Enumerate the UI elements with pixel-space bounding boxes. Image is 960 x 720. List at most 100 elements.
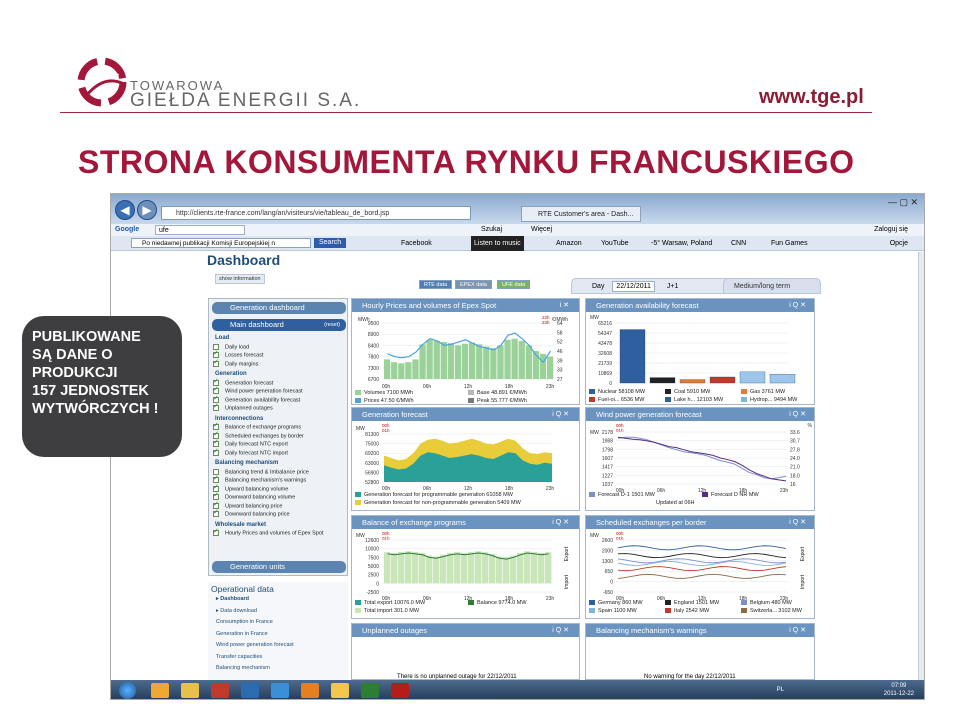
sidebar-checkbox-item[interactable]: Balance of exchange programs — [213, 421, 301, 430]
y-tick-label: 1607 — [602, 456, 613, 462]
panel-wind-controls-icon[interactable]: i Q ✕ — [789, 408, 806, 421]
operational-link[interactable]: Balancing mechanism — [216, 665, 270, 671]
export-bar — [405, 551, 412, 584]
checkbox-label: Downward balancing price — [225, 511, 290, 518]
google-search-input[interactable]: ufe — [155, 225, 245, 235]
sidebar-checkbox-item[interactable]: Generation availability forecast — [213, 394, 300, 403]
back-icon[interactable]: ◀ — [115, 200, 135, 220]
taskbar-word-icon[interactable] — [241, 683, 259, 698]
sidebar-checkbox-item[interactable]: Daily forecast NTC import — [213, 447, 288, 456]
toolbar-search-input[interactable]: Po niedawnej publikacji Komisji Europejs… — [131, 238, 311, 248]
y-tick-label: 650 — [605, 569, 614, 575]
tab-medium-term[interactable]: Medium/long term — [723, 278, 821, 294]
taskbar-folder-icon[interactable] — [181, 683, 199, 698]
checkbox-icon[interactable] — [213, 358, 219, 367]
panel-scheduled-controls-icon[interactable]: i Q ✕ — [789, 516, 806, 529]
start-button-icon[interactable] — [119, 682, 136, 699]
taskbar-ppt-icon[interactable] — [301, 683, 319, 698]
sidebar-checkbox-item[interactable]: Upward balancing price — [213, 500, 282, 509]
operational-link[interactable]: Consumption in France — [216, 619, 273, 625]
language-indicator[interactable]: PL — [777, 687, 784, 693]
sidebar-checkbox-item[interactable]: Generation forecast — [213, 377, 273, 386]
sidebar-checkbox-item[interactable]: Daily margins — [213, 358, 258, 367]
cnn-link[interactable]: CNN — [731, 236, 746, 251]
taskbar-ie-icon[interactable] — [271, 683, 289, 698]
sidebar-checkbox-item[interactable]: Downward balancing volume — [213, 491, 296, 501]
search-menu[interactable]: Szukaj — [481, 224, 502, 236]
address-bar[interactable]: http://clients.rte-france.com/lang/an/vi… — [161, 206, 471, 220]
rte-data-button[interactable]: RTE data — [419, 280, 453, 289]
generation-units-header[interactable]: Generation units — [212, 561, 346, 573]
legend-text: Fuel-oi... 6536 MW — [598, 397, 645, 403]
export-bar — [531, 552, 538, 584]
taskbar-media-icon[interactable] — [211, 683, 229, 698]
taskbar-explorer-icon[interactable] — [331, 683, 349, 698]
command-bar: Google ufe Szukaj Więcej Zaloguj się — [111, 224, 924, 236]
day-label[interactable]: Day — [592, 283, 604, 290]
legend-swatch — [741, 397, 747, 403]
fun-games-link[interactable]: Fun Games — [771, 236, 808, 251]
weather-widget[interactable]: -5° Warsaw, Poland — [651, 236, 712, 251]
google-label: Google — [115, 226, 140, 233]
show-information-button[interactable]: show information — [215, 274, 265, 284]
checkbox-icon[interactable] — [213, 447, 219, 456]
sidebar-checkbox-item[interactable]: Downward balancing price — [213, 508, 290, 518]
reset-link[interactable]: (reset) — [324, 319, 340, 331]
checkbox-icon[interactable] — [213, 527, 219, 536]
main-dashboard-header[interactable]: Main dashboard (reset) — [212, 319, 346, 331]
legend-swatch — [468, 600, 474, 606]
panel-epex-controls-icon[interactable]: i ✕ — [560, 299, 569, 312]
taskbar-pdf-icon[interactable] — [391, 683, 409, 698]
options-menu[interactable]: Opcje — [890, 236, 908, 251]
panel-balance-controls-icon[interactable]: i Q ✕ — [552, 516, 569, 529]
panel-genforecast-controls-icon[interactable]: i Q ✕ — [552, 408, 569, 421]
sidebar-checkbox-item[interactable]: Wind power generation forecast — [213, 385, 303, 394]
y-tick-label: 0 — [376, 581, 379, 587]
checkbox-label: Downward balancing volume — [225, 494, 296, 501]
operational-link[interactable]: Generation in France — [216, 631, 268, 637]
taskbar-excel-icon[interactable] — [361, 683, 379, 698]
panel-outages-controls-icon[interactable]: i Q ✕ — [552, 624, 569, 637]
website-link[interactable]: www.tge.pl — [759, 86, 864, 109]
marker-label: 01h — [382, 428, 390, 433]
epex-data-button[interactable]: EPEX data — [455, 280, 492, 289]
j1-button[interactable]: J+1 — [667, 283, 678, 290]
checkbox-icon[interactable] — [213, 508, 219, 517]
panel-warnings-controls-icon[interactable]: i Q ✕ — [789, 624, 806, 637]
legend-item: Lake h... 12103 MW — [665, 397, 723, 403]
checkbox-icon[interactable] — [213, 402, 219, 411]
listen-music-button[interactable]: Listen to music — [471, 236, 524, 251]
youtube-link[interactable]: YouTube — [601, 236, 629, 251]
tab-rte[interactable]: RTE Customer's area - Dash... — [521, 206, 641, 222]
operational-link[interactable]: Wind power generation forecast — [216, 642, 294, 648]
y-tick-label: 10000 — [365, 547, 379, 553]
legend-text: Nuclear 58108 MW — [598, 389, 646, 395]
panel-availability-controls-icon[interactable]: i Q ✕ — [789, 299, 806, 312]
sidebar-checkbox-item[interactable]: Balancing trend & Imbalance price — [213, 468, 309, 475]
sidebar-checkbox-item[interactable]: Daily forecast NTC export — [213, 438, 288, 447]
facebook-link[interactable]: Facebook — [401, 236, 432, 251]
login-link[interactable]: Zaloguj się — [874, 224, 908, 236]
sidebar-checkbox-item[interactable]: Losses forecast — [213, 349, 264, 358]
sidebar-checkbox-item[interactable]: Scheduled exchanges by border — [213, 430, 304, 439]
taskbar-clock[interactable]: 07:09 2011-12-22 — [884, 682, 914, 698]
operational-link[interactable]: ▸ Dashboard — [216, 596, 249, 602]
toolbar-search-button[interactable]: Search — [314, 238, 347, 248]
forward-icon[interactable]: ▶ — [137, 200, 157, 220]
date-input[interactable]: 22/12/2011 — [612, 281, 655, 292]
operational-link[interactable]: Transfer capacities — [216, 654, 262, 660]
volume-bar — [546, 356, 554, 379]
page-scrollbar[interactable] — [918, 252, 924, 680]
more-menu[interactable]: Więcej — [531, 224, 552, 236]
generation-dashboard-header[interactable]: Generation dashboard — [212, 302, 346, 314]
legend-item: Fuel-oi... 6536 MW — [589, 397, 644, 403]
taskbar-app-icon[interactable] — [151, 683, 169, 698]
amazon-link[interactable]: Amazon — [556, 236, 582, 251]
operational-link[interactable]: ▸ Data download — [216, 608, 257, 614]
window-controls-icon[interactable]: — ▢ ✕ — [888, 197, 918, 208]
sidebar-checkbox-item[interactable]: Upward balancing volume — [213, 483, 288, 492]
sidebar-checkbox-item[interactable]: Hourly Prices and volumes of Epex Spot — [213, 527, 323, 536]
ufe-data-button[interactable]: UFE data — [497, 280, 531, 289]
sidebar-checkbox-item[interactable]: Balancing mechanism's warnings — [213, 474, 306, 483]
sidebar-checkbox-item[interactable]: Unplanned outages — [213, 402, 273, 411]
